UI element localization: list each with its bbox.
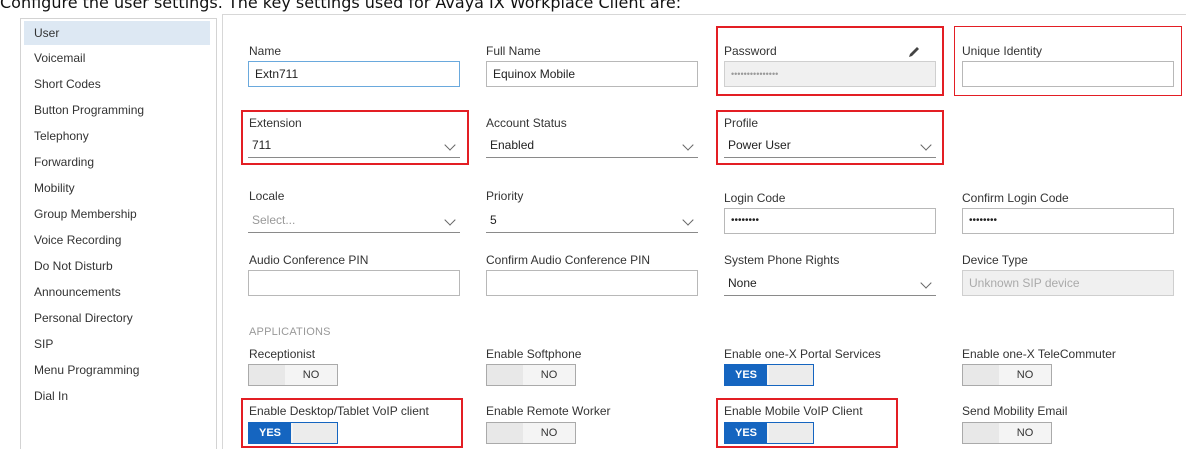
sidebar-item-personal-directory[interactable]: Personal Directory <box>24 306 210 330</box>
profile-label: Profile <box>724 116 759 130</box>
send-mobility-email-toggle-state: NO <box>1016 427 1034 439</box>
profile-value: Power User <box>728 138 791 152</box>
sidebar-item-do-not-disturb[interactable]: Do Not Disturb <box>24 254 210 278</box>
sidebar-item-announcements[interactable]: Announcements <box>24 280 210 304</box>
unique-identity-label: Unique Identity <box>962 44 1043 58</box>
chevron-down-icon <box>434 132 460 158</box>
extension-value: 711 <box>252 138 272 152</box>
sidebar-item-voice-recording[interactable]: Voice Recording <box>24 228 210 252</box>
enable-portal-services-toggle-state: YES <box>734 369 757 381</box>
unique-identity-input[interactable] <box>962 61 1174 87</box>
account-status-label: Account Status <box>486 116 567 130</box>
enable-desktop-voip-label: Enable Desktop/Tablet VoIP client <box>249 404 429 418</box>
enable-mobile-voip-label: Enable Mobile VoIP Client <box>724 404 863 418</box>
enable-telecommuter-toggle-state: NO <box>1016 369 1034 381</box>
enable-portal-services-toggle[interactable]: YES <box>724 364 814 386</box>
system-phone-rights-value: None <box>728 276 757 290</box>
login-code-input[interactable]: •••••••• <box>724 208 936 234</box>
full-name-input[interactable]: Equinox Mobile <box>486 61 698 87</box>
locale-select[interactable]: Select... <box>248 207 460 233</box>
sidebar-item-forwarding[interactable]: Forwarding <box>24 150 210 174</box>
password-label: Password <box>724 44 777 58</box>
enable-softphone-toggle-state: NO <box>540 369 558 381</box>
send-mobility-email-label: Send Mobility Email <box>962 404 1068 418</box>
system-phone-rights-select[interactable]: None <box>724 270 936 296</box>
enable-telecommuter-toggle[interactable]: NO <box>962 364 1052 386</box>
page-caption: Configure the user settings. The key set… <box>0 0 682 12</box>
password-input: ••••••••••••••• <box>724 61 936 87</box>
profile-select[interactable]: Power User <box>724 132 936 158</box>
audio-conference-pin-input[interactable] <box>248 270 460 296</box>
confirm-login-code-label: Confirm Login Code <box>962 191 1069 205</box>
system-phone-rights-label: System Phone Rights <box>724 253 840 267</box>
enable-telecommuter-label: Enable one-X TeleCommuter <box>962 347 1116 361</box>
priority-select[interactable]: 5 <box>486 207 698 233</box>
name-label: Name <box>249 44 282 58</box>
enable-portal-services-label: Enable one-X Portal Services <box>724 347 881 361</box>
name-input[interactable]: Extn711 <box>248 61 460 87</box>
locale-label: Locale <box>249 189 285 203</box>
enable-mobile-voip-toggle-state: YES <box>734 427 757 439</box>
login-code-label: Login Code <box>724 191 786 205</box>
extension-label: Extension <box>249 116 302 130</box>
sidebar-item-voicemail[interactable]: Voicemail <box>24 46 210 70</box>
enable-remote-worker-label: Enable Remote Worker <box>486 404 611 418</box>
confirm-audio-conference-pin-input[interactable] <box>486 270 698 296</box>
enable-softphone-label: Enable Softphone <box>486 347 582 361</box>
sidebar-item-mobility[interactable]: Mobility <box>24 176 210 200</box>
confirm-login-code-input[interactable]: •••••••• <box>962 208 1174 234</box>
sidebar-item-sip[interactable]: SIP <box>24 332 210 356</box>
audio-conference-pin-label: Audio Conference PIN <box>249 253 369 267</box>
receptionist-label: Receptionist <box>249 347 316 361</box>
sidebar-item-menu-programming[interactable]: Menu Programming <box>24 358 210 382</box>
device-type-label: Device Type <box>962 253 1028 267</box>
pencil-icon[interactable] <box>906 44 922 60</box>
receptionist-toggle[interactable]: NO <box>248 364 338 386</box>
device-type-input: Unknown SIP device <box>962 270 1174 296</box>
sidebar-item-short-codes[interactable]: Short Codes <box>24 72 210 96</box>
applications-heading: APPLICATIONS <box>249 326 331 338</box>
enable-mobile-voip-toggle[interactable]: YES <box>724 422 814 444</box>
chevron-down-icon <box>910 132 936 158</box>
extension-select[interactable]: 711 <box>248 132 460 158</box>
locale-placeholder: Select... <box>252 213 296 227</box>
account-status-select[interactable]: Enabled <box>486 132 698 158</box>
full-name-label: Full Name <box>486 44 541 58</box>
send-mobility-email-toggle[interactable]: NO <box>962 422 1052 444</box>
enable-desktop-voip-toggle-state: YES <box>258 427 281 439</box>
chevron-down-icon <box>434 207 460 233</box>
sidebar-item-button-programming[interactable]: Button Programming <box>24 98 210 122</box>
sidebar-item-group-membership[interactable]: Group Membership <box>24 202 210 226</box>
enable-desktop-voip-toggle[interactable]: YES <box>248 422 338 444</box>
enable-remote-worker-toggle-state: NO <box>540 427 558 439</box>
sidebar-item-dial-in[interactable]: Dial In <box>24 384 210 408</box>
enable-softphone-toggle[interactable]: NO <box>486 364 576 386</box>
enable-remote-worker-toggle[interactable]: NO <box>486 422 576 444</box>
chevron-down-icon <box>910 270 936 296</box>
chevron-down-icon <box>672 132 698 158</box>
sidebar-item-user[interactable]: User <box>24 21 210 45</box>
receptionist-toggle-state: NO <box>302 369 320 381</box>
priority-label: Priority <box>486 189 524 203</box>
priority-value: 5 <box>490 213 497 227</box>
confirm-audio-conference-pin-label: Confirm Audio Conference PIN <box>486 253 651 267</box>
chevron-down-icon <box>672 207 698 233</box>
sidebar-item-telephony[interactable]: Telephony <box>24 124 210 148</box>
account-status-value: Enabled <box>490 138 535 152</box>
user-settings-sidebar: User Voicemail Short Codes Button Progra… <box>20 18 217 449</box>
